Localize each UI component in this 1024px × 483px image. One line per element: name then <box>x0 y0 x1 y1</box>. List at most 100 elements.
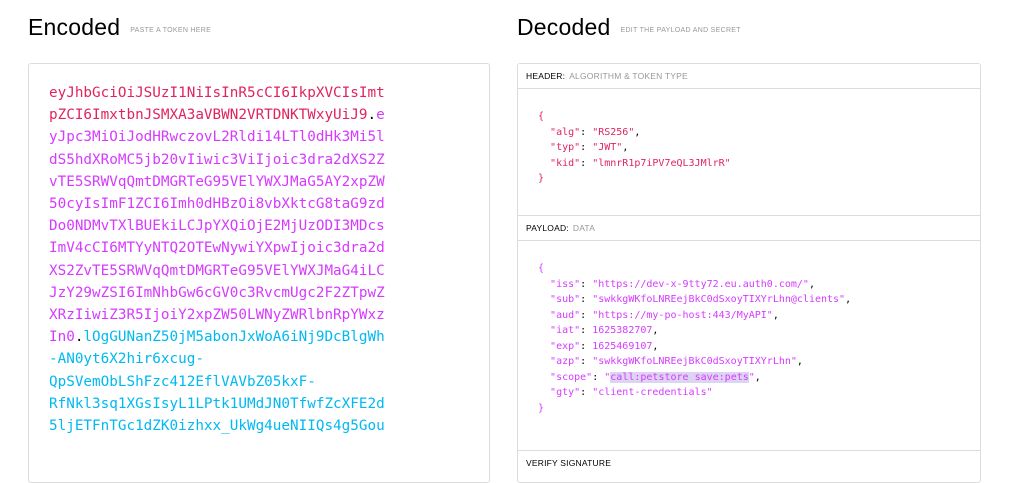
decoded-title: Decoded <box>517 14 611 40</box>
json-line: "sub": "swkkgWKfoLNREejBkC0dSxoyTIXYrLhn… <box>538 292 980 308</box>
payload-sublabel: DATA <box>572 223 596 233</box>
json-value: "JWT" <box>592 142 623 153</box>
json-comma: , <box>622 142 629 153</box>
json-comma: , <box>652 340 659 352</box>
json-value: "swkkgWKfoLNREejBkC0dSxoyTIXYrLhn@client… <box>592 294 846 305</box>
verify-label: VERIFY SIGNATURE <box>526 458 612 468</box>
header-section-title[interactable]: HEADER: ALGORITHM & TOKEN TYPE <box>518 64 980 89</box>
json-colon: : <box>580 126 593 138</box>
json-value: "lmnrR1p7iPV7eQL3JMlrR" <box>592 157 731 169</box>
json-key: "sub" <box>550 294 581 305</box>
token-line: In0.lOgGUNanZ50jM5abonJxWoA6iNj9DcBlgWh <box>49 326 489 348</box>
token-payload-part: In0 <box>49 329 75 346</box>
token-signature-part: 5ljETFnTGc1dZK0izhxx_UkWg4ueNIIQs4g5Gou <box>49 418 385 435</box>
json-line: "typ": "JWT", <box>538 140 980 156</box>
payload-json-editor[interactable]: { "iss": "https://dev-x-9tty72.eu.auth0.… <box>518 241 980 450</box>
json-colon: : <box>580 278 593 290</box>
header-json-editor[interactable]: { "alg": "RS256", "typ": "JWT", "kid": "… <box>518 89 980 215</box>
json-key: "scope" <box>550 371 593 383</box>
token-payload-part: ImV4cCI6MTYyNTQ2OTEwNywiYXpwIjoic3dra2d <box>49 240 385 257</box>
json-value: "RS256" <box>592 126 635 138</box>
json-key: "exp" <box>550 340 581 352</box>
json-colon: : <box>580 309 593 321</box>
token-header-part: pZCI6ImxtbnJSMXA3aVBWN2VRTDNKTWxyUiJ9 <box>49 107 368 124</box>
json-value: "call:petstore save:pets" <box>604 371 755 383</box>
token-line: 5ljETFnTGc1dZK0izhxx_UkWg4ueNIIQs4g5Gou <box>49 415 489 437</box>
encoded-title: Encoded <box>28 14 121 40</box>
token-line: eyJhbGciOiJSUzI1NiIsInR5cCI6IkpXVCIsImt <box>49 82 489 104</box>
json-comma: , <box>845 294 852 305</box>
json-value: "https://dev-x-9tty72.eu.auth0.com/" <box>592 278 809 290</box>
json-key: "gty" <box>550 387 581 398</box>
token-line: JzY29wZSI6ImNhbGw6cGV0c3RvcmUgc2F2ZTpwZ <box>49 282 489 304</box>
json-line: "alg": "RS256", <box>538 125 980 141</box>
token-line: XRzIiwiZ3R5IjoiY2xpZW50LWNyZWRlbnRpYWxz <box>49 304 489 326</box>
json-value: "client-credentials" <box>592 387 713 398</box>
json-colon: : <box>592 371 605 383</box>
json-comma: , <box>652 325 659 336</box>
json-comma: , <box>808 278 815 290</box>
token-header-part: eyJhbGciOiJSUzI1NiIsInR5cCI6IkpXVCIsImt <box>49 85 385 101</box>
token-payload-part: XRzIiwiZ3R5IjoiY2xpZW50LWNyZWRlbnRpYWxz <box>49 307 385 324</box>
json-close-brace: } <box>538 402 545 414</box>
token-separator: . <box>367 107 377 124</box>
json-line: "gty": "client-credentials" <box>538 385 980 401</box>
token-payload-part: JzY29wZSI6ImNhbGw6cGV0c3RvcmUgc2F2ZTpwZ <box>49 284 385 301</box>
json-comma: , <box>796 356 803 367</box>
token-line: dS5hdXRoMC5jb20vIiwic3ViIjoic3dra2dXS2Z <box>49 149 489 171</box>
json-line: "aud": "https://my-po-host:443/MyAPI", <box>538 308 980 324</box>
json-colon: : <box>580 356 593 367</box>
verify-section-title[interactable]: VERIFY SIGNATURE <box>518 451 980 475</box>
payload-section-title[interactable]: PAYLOAD: DATA <box>518 216 980 241</box>
header-section-body: { "alg": "RS256", "typ": "JWT", "kid": "… <box>518 89 980 216</box>
json-colon: : <box>580 157 593 169</box>
token-line: vTE5SRWVqQmtDMGRTeG95VElYWXJMaG5AY2xpZW <box>49 171 489 193</box>
json-key: "alg" <box>550 126 581 138</box>
json-key: "kid" <box>550 157 581 169</box>
token-payload-part: 50cyIsImF1ZCI6Imh0dHBzOi8vbXktcG8taG9zd <box>49 196 385 213</box>
json-line: "iat": 1625382707, <box>538 323 980 339</box>
json-colon: : <box>580 340 593 352</box>
decoded-subtitle: EDIT THE PAYLOAD AND SECRET <box>620 27 741 34</box>
token-line: XS2ZvTE5SRWVqQmtDMGRTeG95VElYWXJMaG4iLC <box>49 260 489 282</box>
token-line: -AN0yt6X2hir6xcug- <box>49 348 489 370</box>
token-line: ImV4cCI6MTYyNTQ2OTEwNywiYXpwIjoic3dra2d <box>49 237 489 259</box>
token-line: 50cyIsImF1ZCI6Imh0dHBzOi8vbXktcG8taG9zd <box>49 193 489 215</box>
json-key: "aud" <box>550 309 581 321</box>
header-label: HEADER: <box>526 71 566 81</box>
json-line: } <box>538 171 980 187</box>
encoded-subtitle: PASTE A TOKEN HERE <box>130 27 212 34</box>
decoded-panel: HEADER: ALGORITHM & TOKEN TYPE { "alg": … <box>517 63 981 483</box>
decoded-heading: Decoded EDIT THE PAYLOAD AND SECRET <box>517 14 741 41</box>
token-payload-part: Do0NDMvTXlBUEkiLCJpYXQiOjE2MjUzODI3MDcs <box>49 218 385 235</box>
json-colon: : <box>580 325 593 336</box>
token-payload-part: yJpc3MiOiJodHRwczovL2Rldi14LTl0dHk3Mi5l <box>49 129 385 146</box>
json-line: "exp": 1625469107, <box>538 339 980 355</box>
token-line: pZCI6ImxtbnJSMXA3aVBWN2VRTDNKTWxyUiJ9.e <box>49 104 489 126</box>
payload-section-body: { "iss": "https://dev-x-9tty72.eu.auth0.… <box>518 241 980 451</box>
json-colon: : <box>580 387 593 398</box>
json-value-highlight: call:petstore save:pets <box>610 371 749 383</box>
json-key: "iat" <box>550 325 581 336</box>
header-sublabel: ALGORITHM & TOKEN TYPE <box>569 71 688 81</box>
json-line: { <box>538 109 980 125</box>
token-line: RfNkl3sq1XGsIsyL1LPtk1UMdJN0TfwfZcXFE2d <box>49 393 489 415</box>
json-open-brace: { <box>538 111 545 122</box>
json-close-brace: } <box>538 173 545 184</box>
token-line: Do0NDMvTXlBUEkiLCJpYXQiOjE2MjUzODI3MDcs <box>49 215 489 237</box>
token-payload-part: XS2ZvTE5SRWVqQmtDMGRTeG95VElYWXJMaG4iLC <box>49 262 385 279</box>
token-line: yJpc3MiOiJodHRwczovL2Rldi14LTl0dHk3Mi5l <box>49 126 489 148</box>
encoded-token-editor[interactable]: eyJhbGciOiJSUzI1NiIsInR5cCI6IkpXVCIsImt p… <box>28 63 490 483</box>
json-line: { <box>538 261 980 277</box>
json-line: "iss": "https://dev-x-9tty72.eu.auth0.co… <box>538 277 980 293</box>
json-colon: : <box>580 142 593 153</box>
payload-label: PAYLOAD: <box>526 223 569 233</box>
